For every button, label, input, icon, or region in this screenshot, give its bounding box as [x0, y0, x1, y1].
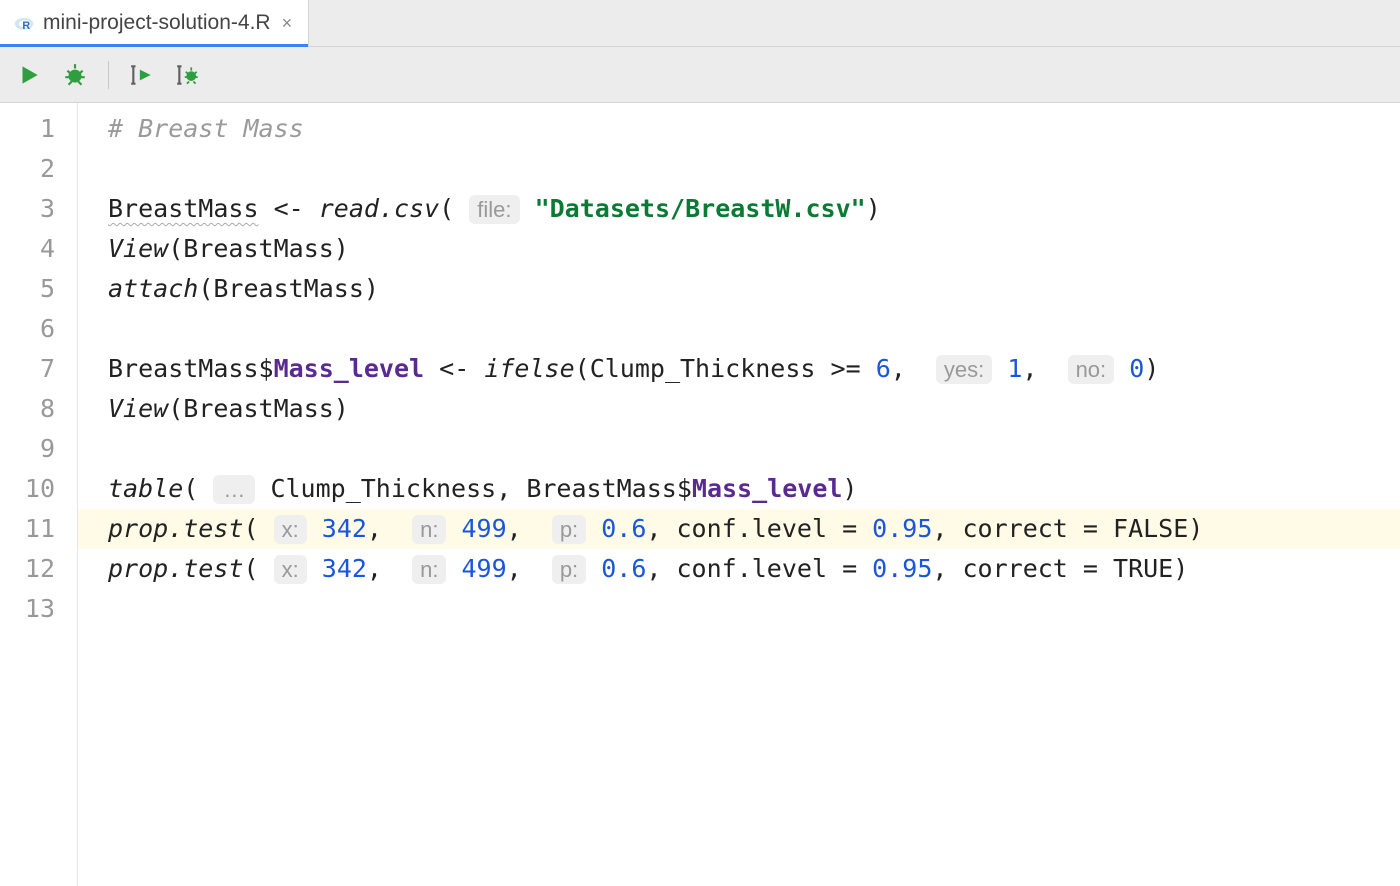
- code-line[interactable]: # Breast Mass: [108, 109, 1400, 149]
- line-number: 13: [0, 589, 77, 629]
- code-line[interactable]: View(BreastMass): [108, 389, 1400, 429]
- code-line[interactable]: prop.test( x: 342, n: 499, p: 0.6, conf.…: [108, 549, 1400, 589]
- code-line[interactable]: [108, 589, 1400, 629]
- line-number: 8: [0, 389, 77, 429]
- run-cursor-icon[interactable]: [129, 62, 155, 88]
- toolbar: [0, 47, 1400, 103]
- code-line[interactable]: table( … Clump_Thickness, BreastMass$Mas…: [108, 469, 1400, 509]
- code-line[interactable]: [108, 149, 1400, 189]
- code-line[interactable]: BreastMass <- read.csv( file: "Datasets/…: [108, 189, 1400, 229]
- run-icon[interactable]: [16, 62, 42, 88]
- code-line-active[interactable]: prop.test( x: 342, n: 499, p: 0.6, conf.…: [78, 509, 1400, 549]
- editor-tab[interactable]: R mini-project-solution-4.R ×: [0, 0, 309, 46]
- line-number: 4: [0, 229, 77, 269]
- code-line[interactable]: View(BreastMass): [108, 229, 1400, 269]
- svg-text:R: R: [22, 20, 30, 32]
- line-number: 5: [0, 269, 77, 309]
- line-number: 12: [0, 549, 77, 589]
- line-number: 11: [0, 509, 77, 549]
- line-number: 9: [0, 429, 77, 469]
- code-line[interactable]: attach(BreastMass): [108, 269, 1400, 309]
- line-number: 1: [0, 109, 77, 149]
- line-number-gutter: 1 2 3 4 5 6 7 8 9 10 11 12 13: [0, 103, 78, 886]
- r-file-icon: R: [14, 13, 34, 33]
- line-number: 3: [0, 189, 77, 229]
- line-number: 10: [0, 469, 77, 509]
- line-number: 6: [0, 309, 77, 349]
- bug-icon[interactable]: [62, 62, 88, 88]
- code-line[interactable]: [108, 429, 1400, 469]
- tab-filename: mini-project-solution-4.R: [43, 11, 271, 35]
- line-number: 2: [0, 149, 77, 189]
- code-editor[interactable]: 1 2 3 4 5 6 7 8 9 10 11 12 13 # Breast M…: [0, 103, 1400, 886]
- close-icon[interactable]: ×: [280, 13, 295, 34]
- tab-bar: R mini-project-solution-4.R ×: [0, 0, 1400, 47]
- code-area[interactable]: # Breast Mass BreastMass <- read.csv( fi…: [78, 103, 1400, 886]
- code-line[interactable]: [108, 309, 1400, 349]
- toolbar-separator: [108, 61, 109, 89]
- debug-cursor-icon[interactable]: [175, 62, 201, 88]
- code-line[interactable]: BreastMass$Mass_level <- ifelse(Clump_Th…: [108, 349, 1400, 389]
- line-number: 7: [0, 349, 77, 389]
